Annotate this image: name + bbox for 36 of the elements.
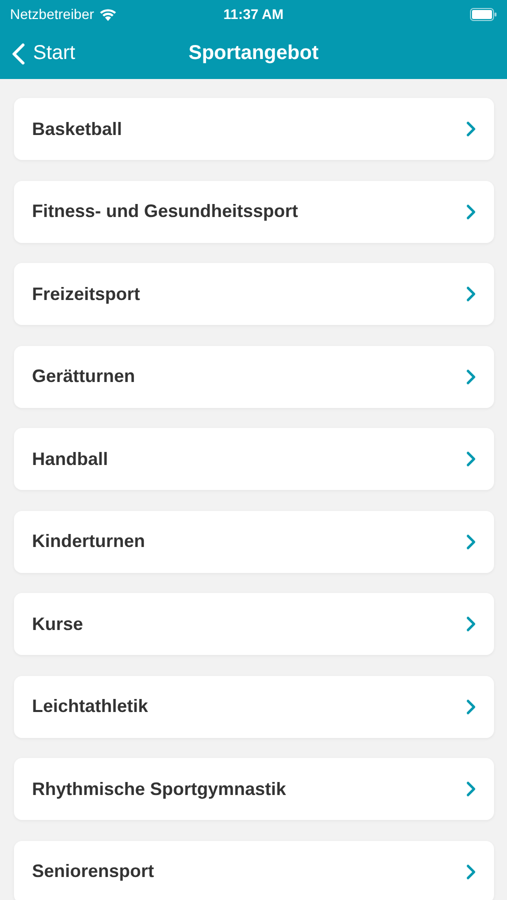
battery-icon [470,8,497,20]
item-label: Seniorensport [32,861,154,882]
item-label: Basketball [32,118,122,140]
item-label: Fitness- und Gesundheitssport [32,201,298,222]
chevron-left-icon [12,42,25,64]
list-item[interactable]: Freizeitsport [14,263,494,325]
list-item[interactable]: Leichtathletik [14,676,494,738]
item-label: Gerätturnen [32,366,136,387]
item-label: Freizeitsport [32,284,140,304]
list-item[interactable]: Kurse [14,593,494,655]
chevron-right-icon [466,864,476,880]
page-title: Sportangebot [188,42,318,64]
chevron-right-icon [466,204,476,220]
list-item[interactable]: Rhythmische Sportgymnastik [14,758,494,820]
chevron-right-icon [466,368,476,384]
list-item[interactable]: Kinderturnen [14,510,494,572]
item-label: Leichtathletik [32,696,148,717]
wifi-icon [99,8,118,20]
chevron-right-icon [466,121,476,137]
chevron-right-icon [466,451,476,467]
chevron-right-icon [466,286,476,302]
item-label: Kinderturnen [32,531,146,552]
list-item[interactable]: Seniorensport [14,840,494,900]
list-item[interactable]: Handball [14,428,494,490]
list-item[interactable]: Gerätturnen [14,346,494,408]
carrier-name: Netzbetreiber [10,6,94,22]
item-label: Kurse [32,614,84,634]
item-label: Rhythmische Sportgymnastik [32,778,286,800]
item-label: Handball [32,448,108,470]
chevron-right-icon [466,781,476,797]
list-item[interactable]: Basketball [14,98,494,160]
list-item[interactable]: Fitness- und Gesundheitssport [14,180,494,242]
chevron-right-icon [466,534,476,550]
status-time: 11:37 AM [223,6,284,22]
chevron-right-icon [466,616,476,632]
chevron-right-icon [466,698,476,714]
